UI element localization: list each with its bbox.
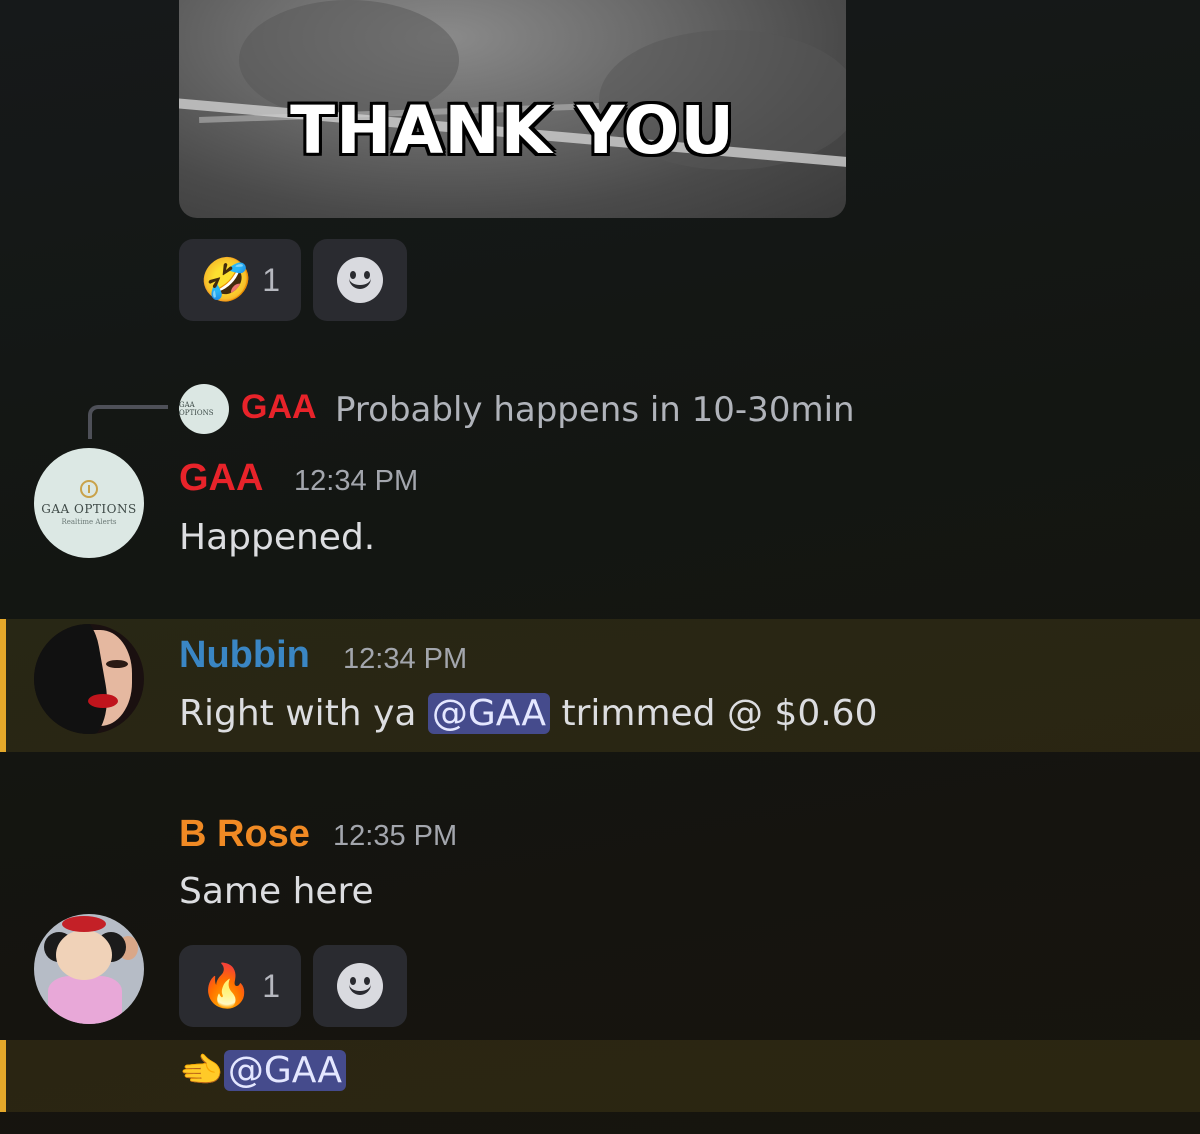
- fire-emoji-icon: 🔥: [199, 961, 253, 1010]
- reply-connector: [88, 405, 168, 439]
- message-author[interactable]: B Rose: [179, 813, 310, 856]
- message-timestamp: 12:35 PM: [333, 820, 458, 852]
- message-author[interactable]: GAA: [179, 457, 263, 500]
- message-text: Same here: [179, 871, 374, 912]
- gif-caption: THANK YOU: [290, 92, 735, 169]
- rofl-emoji-icon: 🤣: [199, 255, 253, 304]
- add-reaction-button[interactable]: [313, 239, 407, 321]
- reaction-fire[interactable]: 🔥 1: [179, 945, 301, 1027]
- avatar-logo-title: GAA OPTIONS: [41, 502, 137, 516]
- message-timestamp: 12:34 PM: [343, 643, 468, 675]
- pointing-hand-emoji-icon: 🫲: [179, 1050, 224, 1091]
- reaction-rofl[interactable]: 🤣 1: [179, 239, 301, 321]
- reply-author[interactable]: GAA: [241, 388, 317, 427]
- reaction-count: 1: [262, 967, 281, 1004]
- gif-embed[interactable]: THANK YOU: [179, 0, 846, 218]
- message-timestamp: 12:34 PM: [294, 465, 419, 497]
- reply-avatar[interactable]: GAA OPTIONS: [179, 384, 229, 434]
- avatar[interactable]: [34, 624, 144, 734]
- avatar[interactable]: [34, 914, 144, 1024]
- add-reaction-button[interactable]: [313, 945, 407, 1027]
- avatar[interactable]: GAA OPTIONS Realtime Alerts: [34, 448, 144, 558]
- reaction-count: 1: [262, 261, 281, 298]
- reply-preview-text[interactable]: Probably happens in 10-30min: [335, 390, 855, 430]
- smile-icon: [337, 257, 383, 303]
- user-mention[interactable]: @GAA: [427, 693, 551, 734]
- message-text-after: trimmed @ $0.60: [550, 693, 878, 734]
- avatar-logo-subtitle: Realtime Alerts: [61, 518, 117, 526]
- reply-avatar-label: GAA OPTIONS: [179, 401, 214, 417]
- message-text: Right with ya @GAA trimmed @ $0.60: [179, 693, 877, 734]
- user-mention[interactable]: @GAA: [223, 1050, 346, 1091]
- smile-icon: [337, 963, 383, 1009]
- message-text-before: Right with ya: [179, 693, 428, 734]
- gaa-logo-icon: [80, 480, 98, 498]
- message-text: 🫲 @GAA: [179, 1049, 346, 1091]
- message-text: Happened.: [179, 517, 376, 558]
- message-author[interactable]: Nubbin: [179, 634, 310, 677]
